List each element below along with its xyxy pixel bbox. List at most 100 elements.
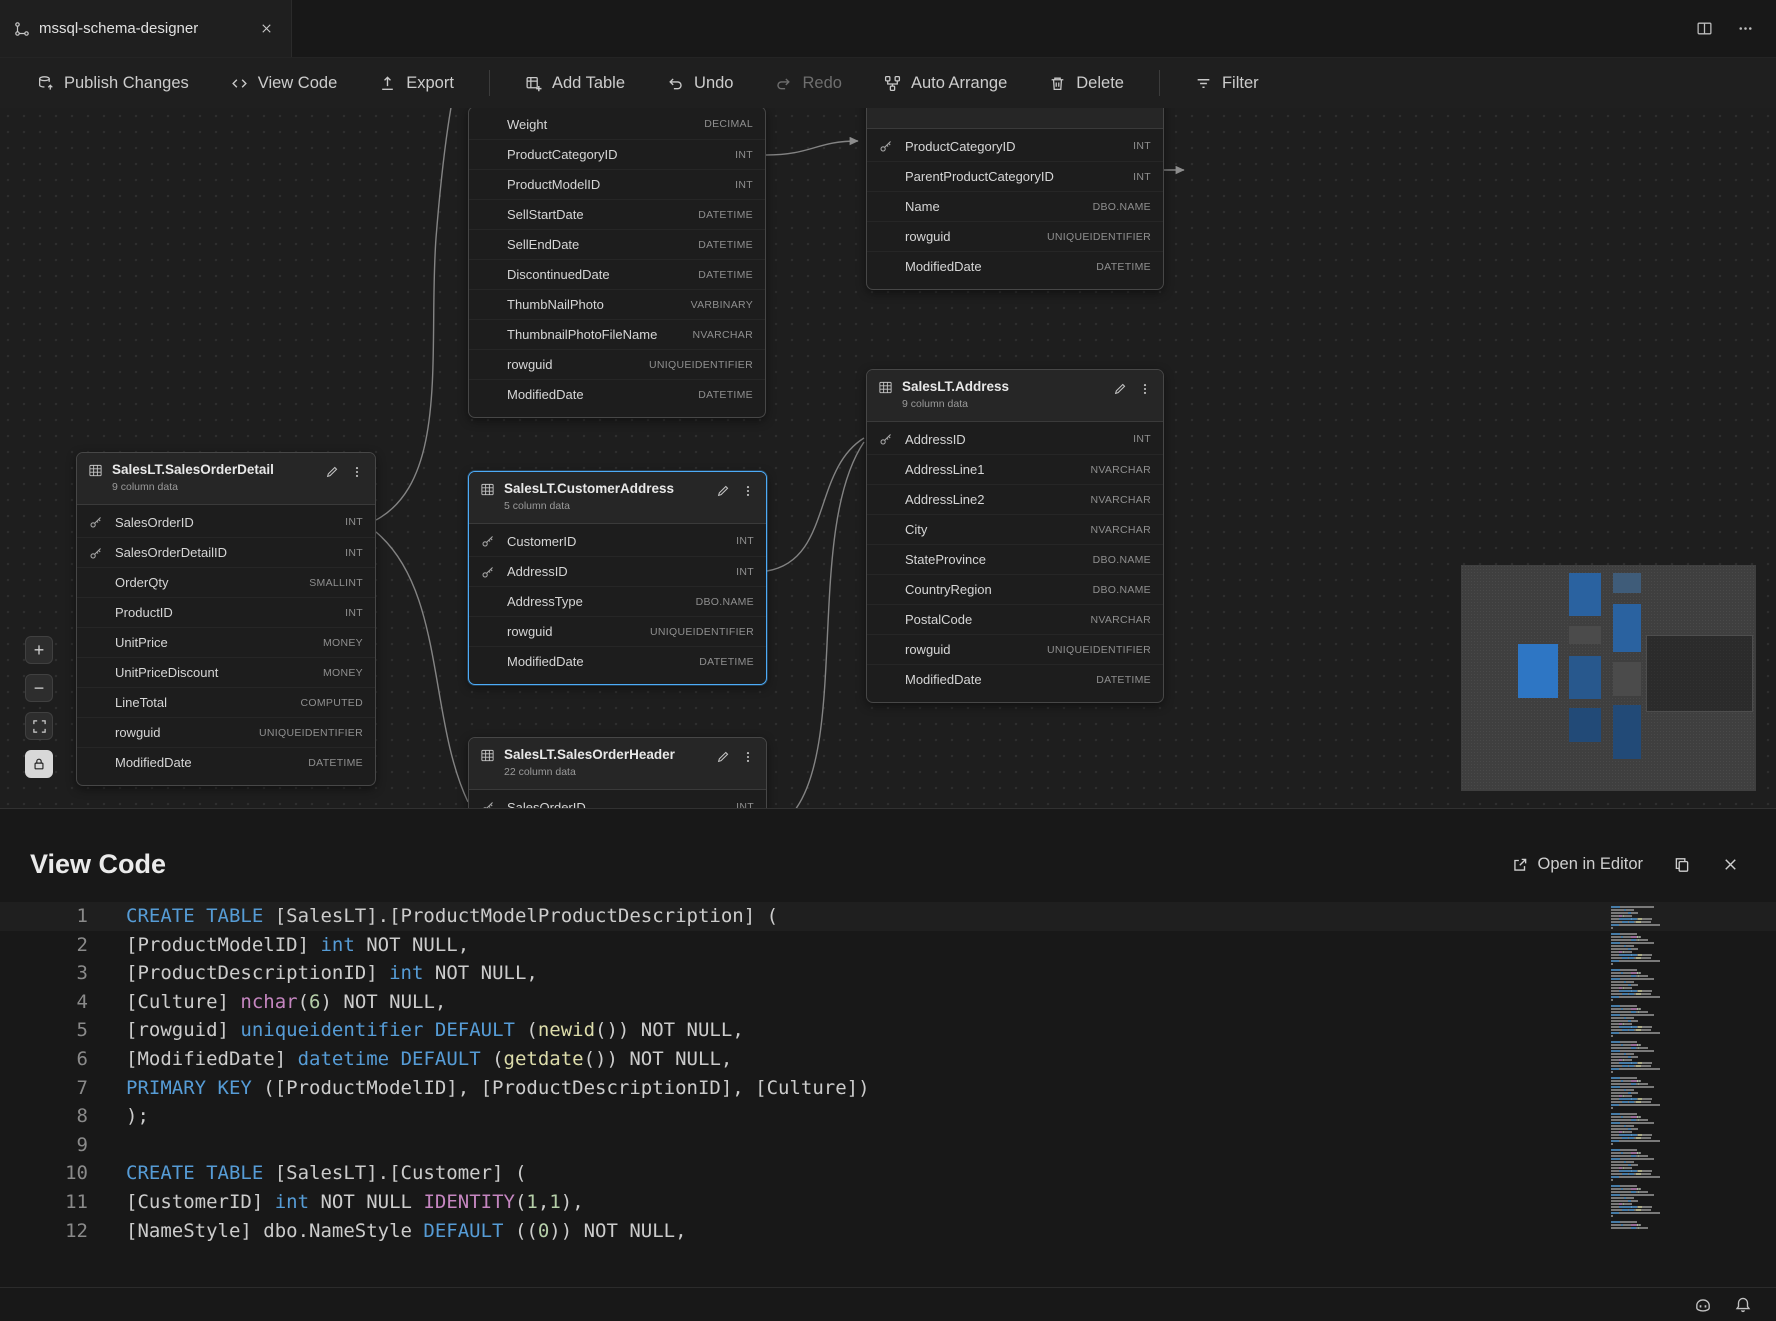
table-column-row[interactable]: SalesOrderDetailIDINT: [77, 537, 375, 567]
kebab-icon[interactable]: [1138, 382, 1152, 396]
close-panel-icon[interactable]: [1721, 855, 1740, 874]
table-column-row[interactable]: AddressLine2NVARCHAR: [867, 484, 1163, 514]
kebab-icon[interactable]: [741, 750, 755, 764]
code-line[interactable]: 2[ProductModelID] int NOT NULL,: [0, 931, 1776, 960]
table-header[interactable]: SalesLT.CustomerAddress5 column data: [469, 472, 766, 524]
table-column-row[interactable]: SellEndDateDATETIME: [469, 229, 765, 259]
code-line[interactable]: 9: [0, 1131, 1776, 1160]
table-column-row[interactable]: ProductModelIDINT: [469, 169, 765, 199]
schema-table-product-partial[interactable]: WeightDECIMALProductCategoryIDINTProduct…: [468, 108, 766, 418]
notifications-bell-icon[interactable]: [1734, 1296, 1752, 1314]
toolbar: Publish ChangesView CodeExport Add Table U…: [0, 58, 1776, 108]
schema-table-customer-address[interactable]: SalesLT.CustomerAddress5 column dataCust…: [468, 471, 767, 685]
toolbar-button-undo[interactable]: Undo: [646, 67, 754, 100]
code-line[interactable]: 3[ProductDescriptionID] int NOT NULL,: [0, 959, 1776, 988]
code-line[interactable]: 1CREATE TABLE [SalesLT].[ProductModelPro…: [0, 902, 1776, 931]
table-column-row[interactable]: ModifiedDateDATETIME: [867, 251, 1163, 281]
table-column-row[interactable]: DiscontinuedDateDATETIME: [469, 259, 765, 289]
schema-table-sales-order-detail[interactable]: SalesLT.SalesOrderDetail9 column dataSal…: [76, 452, 376, 786]
table-column-row[interactable]: ModifiedDateDATETIME: [77, 747, 375, 777]
table-column-row[interactable]: WeightDECIMAL: [469, 109, 765, 139]
toolbar-button-label: Add Table: [552, 74, 625, 93]
zoom-in-button[interactable]: +: [25, 636, 53, 664]
table-column-row[interactable]: UnitPriceDiscountMONEY: [77, 657, 375, 687]
toolbar-button-filter[interactable]: Filter: [1174, 67, 1280, 100]
code-minimap[interactable]: [1611, 906, 1667, 1230]
table-column-row[interactable]: UnitPriceMONEY: [77, 627, 375, 657]
table-column-row[interactable]: rowguidUNIQUEIDENTIFIER: [867, 634, 1163, 664]
table-header[interactable]: 5 column data: [867, 108, 1163, 129]
table-column-row[interactable]: ModifiedDateDATETIME: [469, 646, 766, 676]
edit-icon[interactable]: [716, 750, 730, 764]
toolbar-button-view-code[interactable]: View Code: [210, 67, 359, 100]
edit-icon[interactable]: [716, 484, 730, 498]
table-column-row[interactable]: PostalCodeNVARCHAR: [867, 604, 1163, 634]
code-line[interactable]: 7PRIMARY KEY ([ProductModelID], [Product…: [0, 1074, 1776, 1103]
table-column-row[interactable]: CustomerIDINT: [469, 526, 766, 556]
table-column-row[interactable]: rowguidUNIQUEIDENTIFIER: [469, 349, 765, 379]
code-line[interactable]: 5[rowguid] uniqueidentifier DEFAULT (new…: [0, 1016, 1776, 1045]
edit-icon[interactable]: [325, 465, 339, 479]
table-column-row[interactable]: rowguidUNIQUEIDENTIFIER: [469, 616, 766, 646]
table-column-row[interactable]: ModifiedDateDATETIME: [867, 664, 1163, 694]
edit-icon[interactable]: [1113, 382, 1127, 396]
table-header[interactable]: SalesLT.SalesOrderHeader22 column data: [469, 738, 766, 790]
code-line[interactable]: 11[CustomerID] int NOT NULL IDENTITY(1,1…: [0, 1188, 1776, 1217]
more-actions-icon[interactable]: [1737, 20, 1754, 37]
table-column-row[interactable]: LineTotalCOMPUTED: [77, 687, 375, 717]
copy-icon[interactable]: [1673, 856, 1691, 874]
table-column-row[interactable]: ProductIDINT: [77, 597, 375, 627]
diagram-minimap[interactable]: [1461, 565, 1756, 791]
code-line[interactable]: 10CREATE TABLE [SalesLT].[Customer] (: [0, 1159, 1776, 1188]
code-line[interactable]: 6[ModifiedDate] datetime DEFAULT (getdat…: [0, 1045, 1776, 1074]
table-column-row[interactable]: ThumbnailPhotoFileNameNVARCHAR: [469, 319, 765, 349]
copilot-icon[interactable]: [1694, 1296, 1712, 1314]
table-column-row[interactable]: SalesOrderIDINT: [77, 507, 375, 537]
table-column-row[interactable]: ParentProductCategoryIDINT: [867, 161, 1163, 191]
open-in-editor-button[interactable]: Open in Editor: [1511, 855, 1643, 874]
code-line[interactable]: 8);: [0, 1102, 1776, 1131]
toolbar-button-export[interactable]: Export: [358, 67, 475, 100]
table-column-row[interactable]: StateProvinceDBO.NAME: [867, 544, 1163, 574]
toolbar-button-delete[interactable]: Delete: [1028, 67, 1145, 100]
table-column-row[interactable]: rowguidUNIQUEIDENTIFIER: [77, 717, 375, 747]
code-editor[interactable]: 1CREATE TABLE [SalesLT].[ProductModelPro…: [0, 902, 1776, 1245]
table-column-row[interactable]: NameDBO.NAME: [867, 191, 1163, 221]
table-column-row[interactable]: OrderQtySMALLINT: [77, 567, 375, 597]
table-column-row[interactable]: AddressLine1NVARCHAR: [867, 454, 1163, 484]
code-line[interactable]: 4[Culture] nchar(6) NOT NULL,: [0, 988, 1776, 1017]
toolbar-button-publish-changes[interactable]: Publish Changes: [16, 67, 210, 100]
split-editor-icon[interactable]: [1696, 20, 1713, 37]
table-column-row[interactable]: ProductCategoryIDINT: [867, 131, 1163, 161]
fit-screen-button[interactable]: [25, 712, 53, 740]
toolbar-button-auto-arrange[interactable]: Auto Arrange: [863, 67, 1028, 100]
table-column-row[interactable]: ModifiedDateDATETIME: [469, 379, 765, 409]
table-column-row[interactable]: ThumbNailPhotoVARBINARY: [469, 289, 765, 319]
table-column-row[interactable]: AddressIDINT: [469, 556, 766, 586]
code-line[interactable]: 12[NameStyle] dbo.NameStyle DEFAULT ((0)…: [0, 1217, 1776, 1246]
tab-close-icon[interactable]: [255, 18, 277, 40]
table-column-row[interactable]: rowguidUNIQUEIDENTIFIER: [867, 221, 1163, 251]
schema-table-product-category-partial[interactable]: 5 column dataProductCategoryIDINTParentP…: [866, 108, 1164, 290]
table-column-row[interactable]: CityNVARCHAR: [867, 514, 1163, 544]
table-header[interactable]: SalesLT.SalesOrderDetail9 column data: [77, 453, 375, 505]
kebab-icon[interactable]: [741, 484, 755, 498]
table-column-row[interactable]: AddressTypeDBO.NAME: [469, 586, 766, 616]
kebab-icon[interactable]: [350, 465, 364, 479]
table-column-row[interactable]: AddressIDINT: [867, 424, 1163, 454]
schema-canvas[interactable]: +− WeightDECIMALProductCategoryIDINTProd…: [0, 108, 1776, 808]
column-name: ProductID: [115, 605, 173, 620]
tab-mssql-schema-designer[interactable]: mssql-schema-designer: [0, 0, 292, 57]
schema-table-sales-order-header[interactable]: SalesLT.SalesOrderHeader22 column data Sa…: [468, 737, 767, 808]
lock-button[interactable]: [25, 750, 53, 778]
column-type: INT: [736, 566, 754, 578]
zoom-out-button[interactable]: −: [25, 674, 53, 702]
column-type: DATETIME: [698, 269, 753, 281]
schema-table-address[interactable]: SalesLT.Address9 column dataAddressIDINT…: [866, 369, 1164, 703]
table-column-row[interactable]: SalesOrderIDINT: [469, 792, 766, 808]
table-column-row[interactable]: CountryRegionDBO.NAME: [867, 574, 1163, 604]
toolbar-button-add-table[interactable]: Add Table: [504, 67, 646, 100]
table-column-row[interactable]: ProductCategoryIDINT: [469, 139, 765, 169]
table-column-row[interactable]: SellStartDateDATETIME: [469, 199, 765, 229]
table-header[interactable]: SalesLT.Address9 column data: [867, 370, 1163, 422]
